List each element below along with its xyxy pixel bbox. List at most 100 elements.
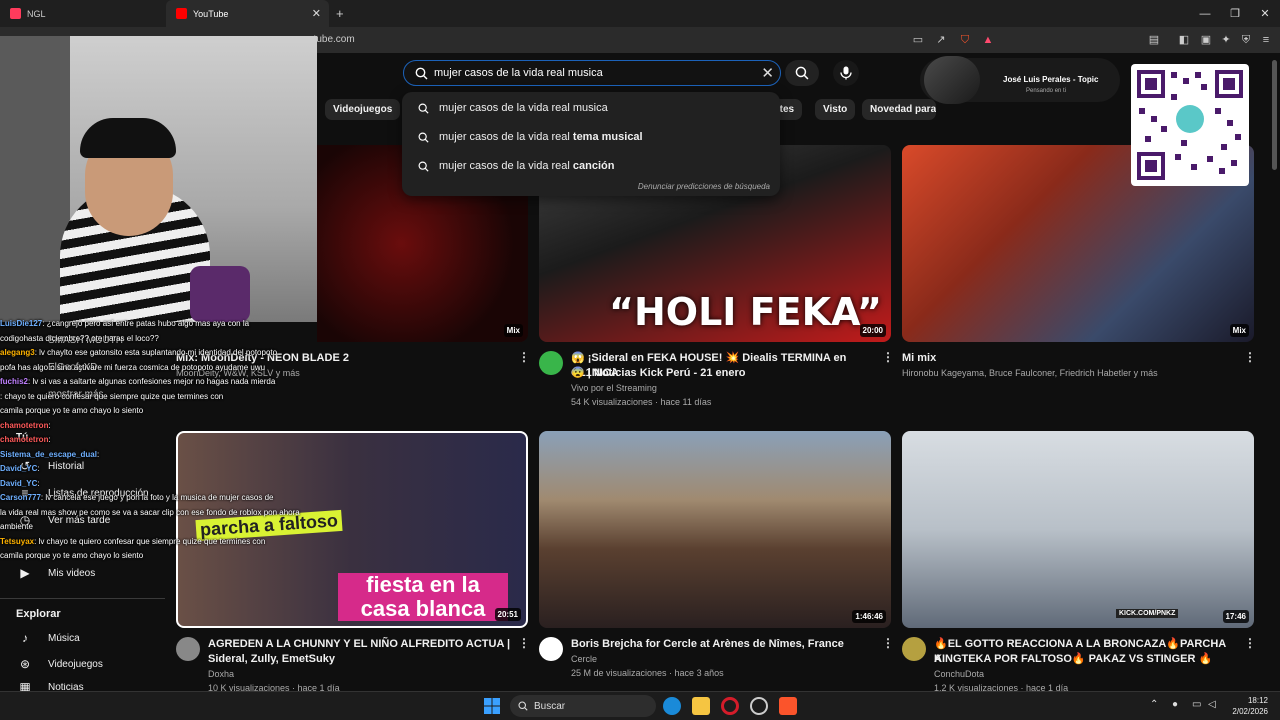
- sidebar-item-label: Videojuegos: [48, 658, 103, 670]
- album-art: [924, 56, 980, 104]
- video-icon: ▶: [20, 566, 30, 580]
- chat-text: : lv chayo te quiero confesar que siempr…: [34, 536, 266, 546]
- chat-username: Sistema_de_escape_dual: [0, 449, 97, 459]
- opera-icon[interactable]: [721, 697, 739, 715]
- video-channel[interactable]: ConchuDota: [934, 667, 984, 681]
- volume-icon[interactable]: ◁: [1208, 699, 1216, 710]
- close-tab-icon[interactable]: ✕: [312, 7, 321, 20]
- video-duration: 1:46:46: [852, 610, 886, 623]
- search-button[interactable]: [785, 60, 819, 86]
- close-window-icon[interactable]: ✕: [1248, 0, 1280, 27]
- windows-start-icon[interactable]: [484, 698, 500, 714]
- wallet-icon[interactable]: ▣: [1198, 32, 1214, 48]
- video-channel[interactable]: Doxha: [208, 667, 234, 681]
- search-box[interactable]: mujer casos de la vida real musica ✕: [403, 60, 781, 86]
- suggestion-text: mujer casos de la vida real: [439, 131, 573, 143]
- edge-icon[interactable]: [663, 697, 681, 715]
- new-tab-button[interactable]: +: [332, 0, 352, 27]
- sidebar-item-news[interactable]: ▦ Noticias: [16, 683, 83, 691]
- mic-tray-icon[interactable]: ●: [1172, 699, 1178, 710]
- rewards-icon[interactable]: ▲: [980, 32, 996, 48]
- channel-avatar[interactable]: [539, 637, 563, 661]
- chat-text: : ¿cangrejo pero así entre patas hubo al…: [42, 319, 250, 328]
- channel-avatar[interactable]: [539, 351, 563, 375]
- more-options-icon[interactable]: ⋮: [882, 636, 894, 650]
- tray-chevron-icon[interactable]: ⌃: [1150, 699, 1158, 710]
- sidebar-toggle-icon[interactable]: ◧: [1176, 32, 1192, 48]
- video-channel[interactable]: Vivo por el Streaming: [571, 381, 657, 395]
- cast-icon[interactable]: ▭: [910, 32, 926, 48]
- chat-message: LuisDie127: ¿cangrejo pero así entre pat…: [0, 318, 249, 329]
- report-predictions-link[interactable]: Denunciar predicciones de búsqueda: [638, 182, 770, 191]
- suggestion-item[interactable]: mujer casos de la vida real musica: [418, 98, 608, 118]
- video-meta: 25 M de visualizaciones · hace 3 años: [571, 668, 724, 678]
- chat-text: ambiente: [0, 522, 33, 531]
- file-explorer-icon[interactable]: [692, 697, 710, 715]
- suggestion-item[interactable]: mujer casos de la vida real canción: [418, 156, 614, 176]
- qr-code-icon: [1137, 70, 1243, 180]
- network-icon[interactable]: ▭: [1192, 699, 1201, 710]
- reader-icon[interactable]: ▤: [1146, 32, 1162, 48]
- channel-avatar[interactable]: [902, 637, 926, 661]
- now-playing-subtitle: Pensando en ti: [1026, 88, 1067, 94]
- cam-chair: [190, 266, 250, 322]
- suggestion-item[interactable]: mujer casos de la vida real tema musical: [418, 127, 643, 147]
- video-title-line2[interactable]: Sideral, Zully, EmetSuky: [208, 652, 518, 667]
- chat-text: :: [48, 420, 51, 430]
- video-title-line2[interactable]: KINGTEKA POR FALTOSO🔥 PAKAZ VS STINGER 🔥: [934, 652, 1234, 667]
- video-channel[interactable]: Cercle: [571, 652, 597, 666]
- tab-ngl[interactable]: NGL: [0, 0, 165, 27]
- chip-visto[interactable]: Visto: [815, 99, 856, 120]
- clock-date: 2/02/2026: [1232, 707, 1268, 716]
- video-thumbnail[interactable]: KICK.COM/PNKZ 17:46: [902, 431, 1254, 628]
- sidebar-item-gaming[interactable]: ⊛ Videojuegos: [16, 657, 103, 671]
- url-field[interactable]: utube.com: [260, 32, 900, 48]
- video-title[interactable]: Mi mix: [902, 351, 936, 366]
- more-options-icon[interactable]: ⋮: [518, 350, 530, 364]
- video-meta: 54 K visualizaciones · hace 11 días: [571, 397, 712, 407]
- video-title[interactable]: Boris Brejcha for Cercle at Arènes de Nî…: [571, 637, 881, 652]
- tab-youtube[interactable]: YouTube ✕: [166, 0, 329, 27]
- search-icon: [518, 701, 528, 711]
- taskbar-clock[interactable]: 18:12 2/02/2026: [1232, 695, 1268, 717]
- chat-text: : lv chaylto ese gatonsito esta suplanta…: [34, 348, 278, 357]
- video-title[interactable]: AGREDEN A LA CHUNNY Y EL NIÑO ALFREDITO …: [208, 637, 518, 652]
- video-channel[interactable]: Hironobu Kageyama, Bruce Faulconer, Frie…: [902, 366, 1158, 380]
- video-duration: 20:51: [494, 608, 521, 621]
- more-options-icon[interactable]: ⋮: [518, 636, 530, 650]
- voice-search-button[interactable]: [833, 60, 859, 86]
- menu-icon[interactable]: ≡: [1258, 32, 1274, 48]
- sidebar-item-my-videos[interactable]: ▶ Mis videos: [16, 566, 95, 580]
- video-title-line2[interactable]: 😨 | Noticias Kick Perú - 21 enero: [571, 366, 881, 381]
- chat-text: pofa has algo o sino activare mi fuerza …: [0, 362, 266, 372]
- more-options-icon[interactable]: ⋮: [1244, 636, 1256, 650]
- brave-icon[interactable]: [779, 697, 797, 715]
- brave-shield-icon[interactable]: ⛉: [957, 32, 973, 48]
- restore-icon[interactable]: ❐: [1218, 0, 1252, 27]
- minimize-icon[interactable]: —: [1188, 0, 1222, 27]
- channel-avatar[interactable]: [176, 637, 200, 661]
- obs-icon[interactable]: [750, 697, 768, 715]
- chat-message: : chayo te quiero confesar que siempre q…: [0, 391, 223, 402]
- chat-message: codigohasta diciembre?? ote haras el loc…: [0, 333, 159, 344]
- share-icon[interactable]: ↗: [933, 32, 949, 48]
- vpn-icon[interactable]: ⛨: [1238, 32, 1254, 48]
- leo-ai-icon[interactable]: ✦: [1218, 32, 1234, 48]
- taskbar-search[interactable]: Buscar: [510, 695, 656, 717]
- video-thumbnail[interactable]: parcha a faltoso fiesta en la casa blanc…: [176, 431, 528, 628]
- search-icon: [795, 66, 809, 80]
- clear-search-icon[interactable]: ✕: [761, 64, 774, 82]
- video-thumbnail[interactable]: 1:46:46: [539, 431, 891, 628]
- more-options-icon[interactable]: ⋮: [1244, 350, 1256, 364]
- chat-username: Tetsuyax: [0, 536, 35, 546]
- chip-videojuegos[interactable]: Videojuegos: [325, 99, 401, 120]
- page-scrollbar[interactable]: [1272, 60, 1277, 170]
- more-options-icon[interactable]: ⋮: [882, 350, 894, 364]
- chat-username: David_YC: [0, 478, 38, 488]
- sidebar-item-music[interactable]: ♪ Música: [16, 631, 80, 645]
- chat-username: David_YC: [0, 464, 38, 473]
- chip-novedad[interactable]: Novedad para ti: [862, 99, 936, 120]
- news-icon: ▦: [19, 683, 31, 691]
- now-playing-banner[interactable]: José Luis Perales - Topic Pensando en ti: [920, 56, 1120, 104]
- search-input[interactable]: mujer casos de la vida real musica: [434, 67, 603, 79]
